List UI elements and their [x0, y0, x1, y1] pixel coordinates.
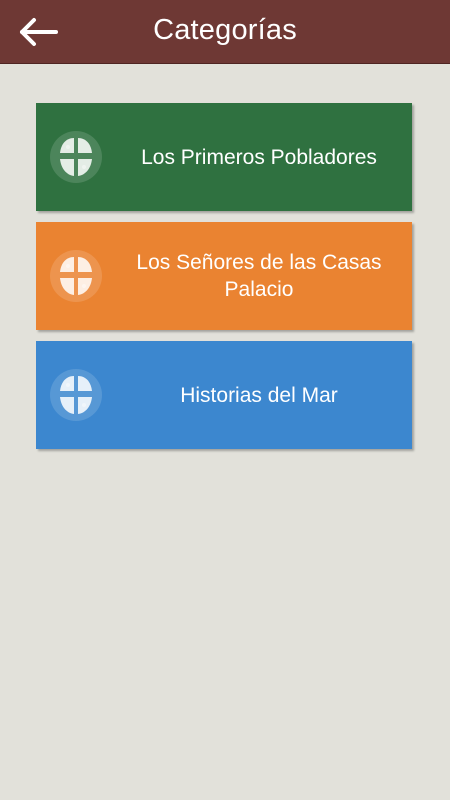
category-card-primeros-pobladores[interactable]: Los Primeros Pobladores	[36, 103, 412, 211]
category-label: Los Primeros Pobladores	[141, 145, 377, 169]
cross-emblem-icon	[50, 250, 102, 302]
app-header: Categorías	[0, 0, 450, 64]
cross-emblem-icon	[50, 369, 102, 421]
category-card-historias-del-mar[interactable]: Historias del Mar	[36, 341, 412, 449]
category-label: Historias del Mar	[180, 383, 338, 407]
page-title: Categorías	[153, 14, 297, 46]
cross-emblem-icon	[50, 131, 102, 183]
category-label: Los Señores de las Casas Palacio	[136, 251, 382, 301]
category-list: Los Primeros Pobladores Los Señores de l…	[36, 103, 412, 460]
category-card-senores-casas-palacio[interactable]: Los Señores de las Casas Palacio	[36, 222, 412, 330]
